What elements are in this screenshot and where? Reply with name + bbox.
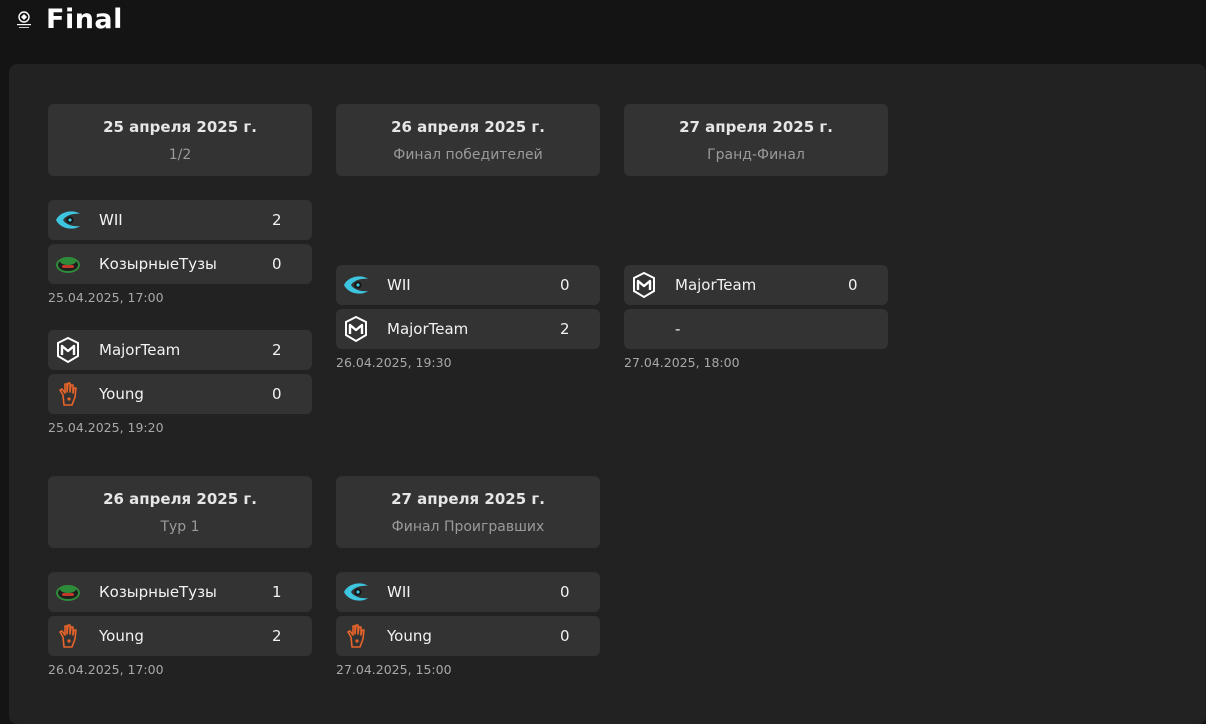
round-header-winners-final: 26 апреля 2025 г. Финал победителей	[336, 104, 600, 176]
round-header-lower-round-1: 26 апреля 2025 г. Тур 1	[48, 476, 312, 548]
team-name: MajorTeam	[387, 320, 469, 338]
team-score: 0	[560, 627, 570, 645]
team-name: Young	[99, 385, 144, 403]
kozyrnye-tuzy-logo-icon	[54, 250, 82, 278]
wii-logo-icon	[342, 271, 370, 299]
page-header: Final	[0, 0, 1206, 60]
round-header-semifinal: 25 апреля 2025 г. 1/2	[48, 104, 312, 176]
team-score: 1	[272, 583, 282, 601]
majorteam-logo-icon	[54, 336, 82, 364]
match-time: 27.04.2025, 18:00	[624, 355, 740, 370]
round-date: 27 апреля 2025 г.	[679, 118, 833, 136]
team-name: MajorTeam	[675, 276, 757, 294]
round-date: 26 апреля 2025 г.	[103, 490, 257, 508]
team-row[interactable]: КозырныеТузы 0	[48, 244, 312, 284]
team-row[interactable]: Young 0	[336, 616, 600, 656]
team-row[interactable]: WII 2	[48, 200, 312, 240]
team-row[interactable]: Young 2	[48, 616, 312, 656]
round-name: Гранд-Финал	[707, 147, 805, 163]
round-header-losers-final: 27 апреля 2025 г. Финал Проигравших	[336, 476, 600, 548]
team-score: 2	[272, 341, 282, 359]
round-date: 27 апреля 2025 г.	[391, 490, 545, 508]
match-time: 25.04.2025, 17:00	[48, 290, 164, 305]
team-score: 2	[560, 320, 570, 338]
team-score: 0	[272, 255, 282, 273]
round-name: 1/2	[168, 147, 192, 163]
team-name: MajorTeam	[99, 341, 181, 359]
team-name: WII	[99, 211, 123, 229]
majorteam-logo-icon	[342, 315, 370, 343]
team-name: Young	[99, 627, 144, 645]
team-row[interactable]: WII 0	[336, 265, 600, 305]
round-date: 26 апреля 2025 г.	[391, 118, 545, 136]
majorteam-logo-icon	[630, 271, 658, 299]
team-row[interactable]: MajorTeam 2	[48, 330, 312, 370]
team-name: WII	[387, 276, 411, 294]
team-score: 0	[272, 385, 282, 403]
team-row[interactable]: WII 0	[336, 572, 600, 612]
young-logo-icon	[54, 380, 82, 408]
team-score: 0	[560, 583, 570, 601]
team-name: WII	[387, 583, 411, 601]
round-name: Финал победителей	[393, 147, 543, 163]
round-name: Тур 1	[160, 519, 200, 535]
young-logo-icon	[54, 622, 82, 650]
team-name: КозырныеТузы	[99, 255, 217, 273]
team-score: 2	[272, 627, 282, 645]
wii-logo-icon	[342, 578, 370, 606]
team-row[interactable]: MajorTeam 2	[336, 309, 600, 349]
round-date: 25 апреля 2025 г.	[103, 118, 257, 136]
team-row-empty[interactable]: -	[624, 309, 888, 349]
round-header-grand-final: 27 апреля 2025 г. Гранд-Финал	[624, 104, 888, 176]
team-name: Young	[387, 627, 432, 645]
match-time: 26.04.2025, 17:00	[48, 662, 164, 677]
team-name: -	[675, 320, 681, 338]
team-score: 2	[272, 211, 282, 229]
team-score: 0	[848, 276, 858, 294]
round-name: Финал Проигравших	[391, 519, 545, 535]
team-score: 0	[560, 276, 570, 294]
match-time: 25.04.2025, 19:20	[48, 420, 164, 435]
team-row[interactable]: КозырныеТузы 1	[48, 572, 312, 612]
match-time: 26.04.2025, 19:30	[336, 355, 452, 370]
wii-logo-icon	[54, 206, 82, 234]
team-name: КозырныеТузы	[99, 583, 217, 601]
young-logo-icon	[342, 622, 370, 650]
astrum-logo-icon[interactable]	[14, 10, 34, 32]
kozyrnye-tuzy-logo-icon	[54, 578, 82, 606]
page-title: Final	[46, 4, 123, 35]
team-row[interactable]: Young 0	[48, 374, 312, 414]
team-row[interactable]: MajorTeam 0	[624, 265, 888, 305]
match-time: 27.04.2025, 15:00	[336, 662, 452, 677]
